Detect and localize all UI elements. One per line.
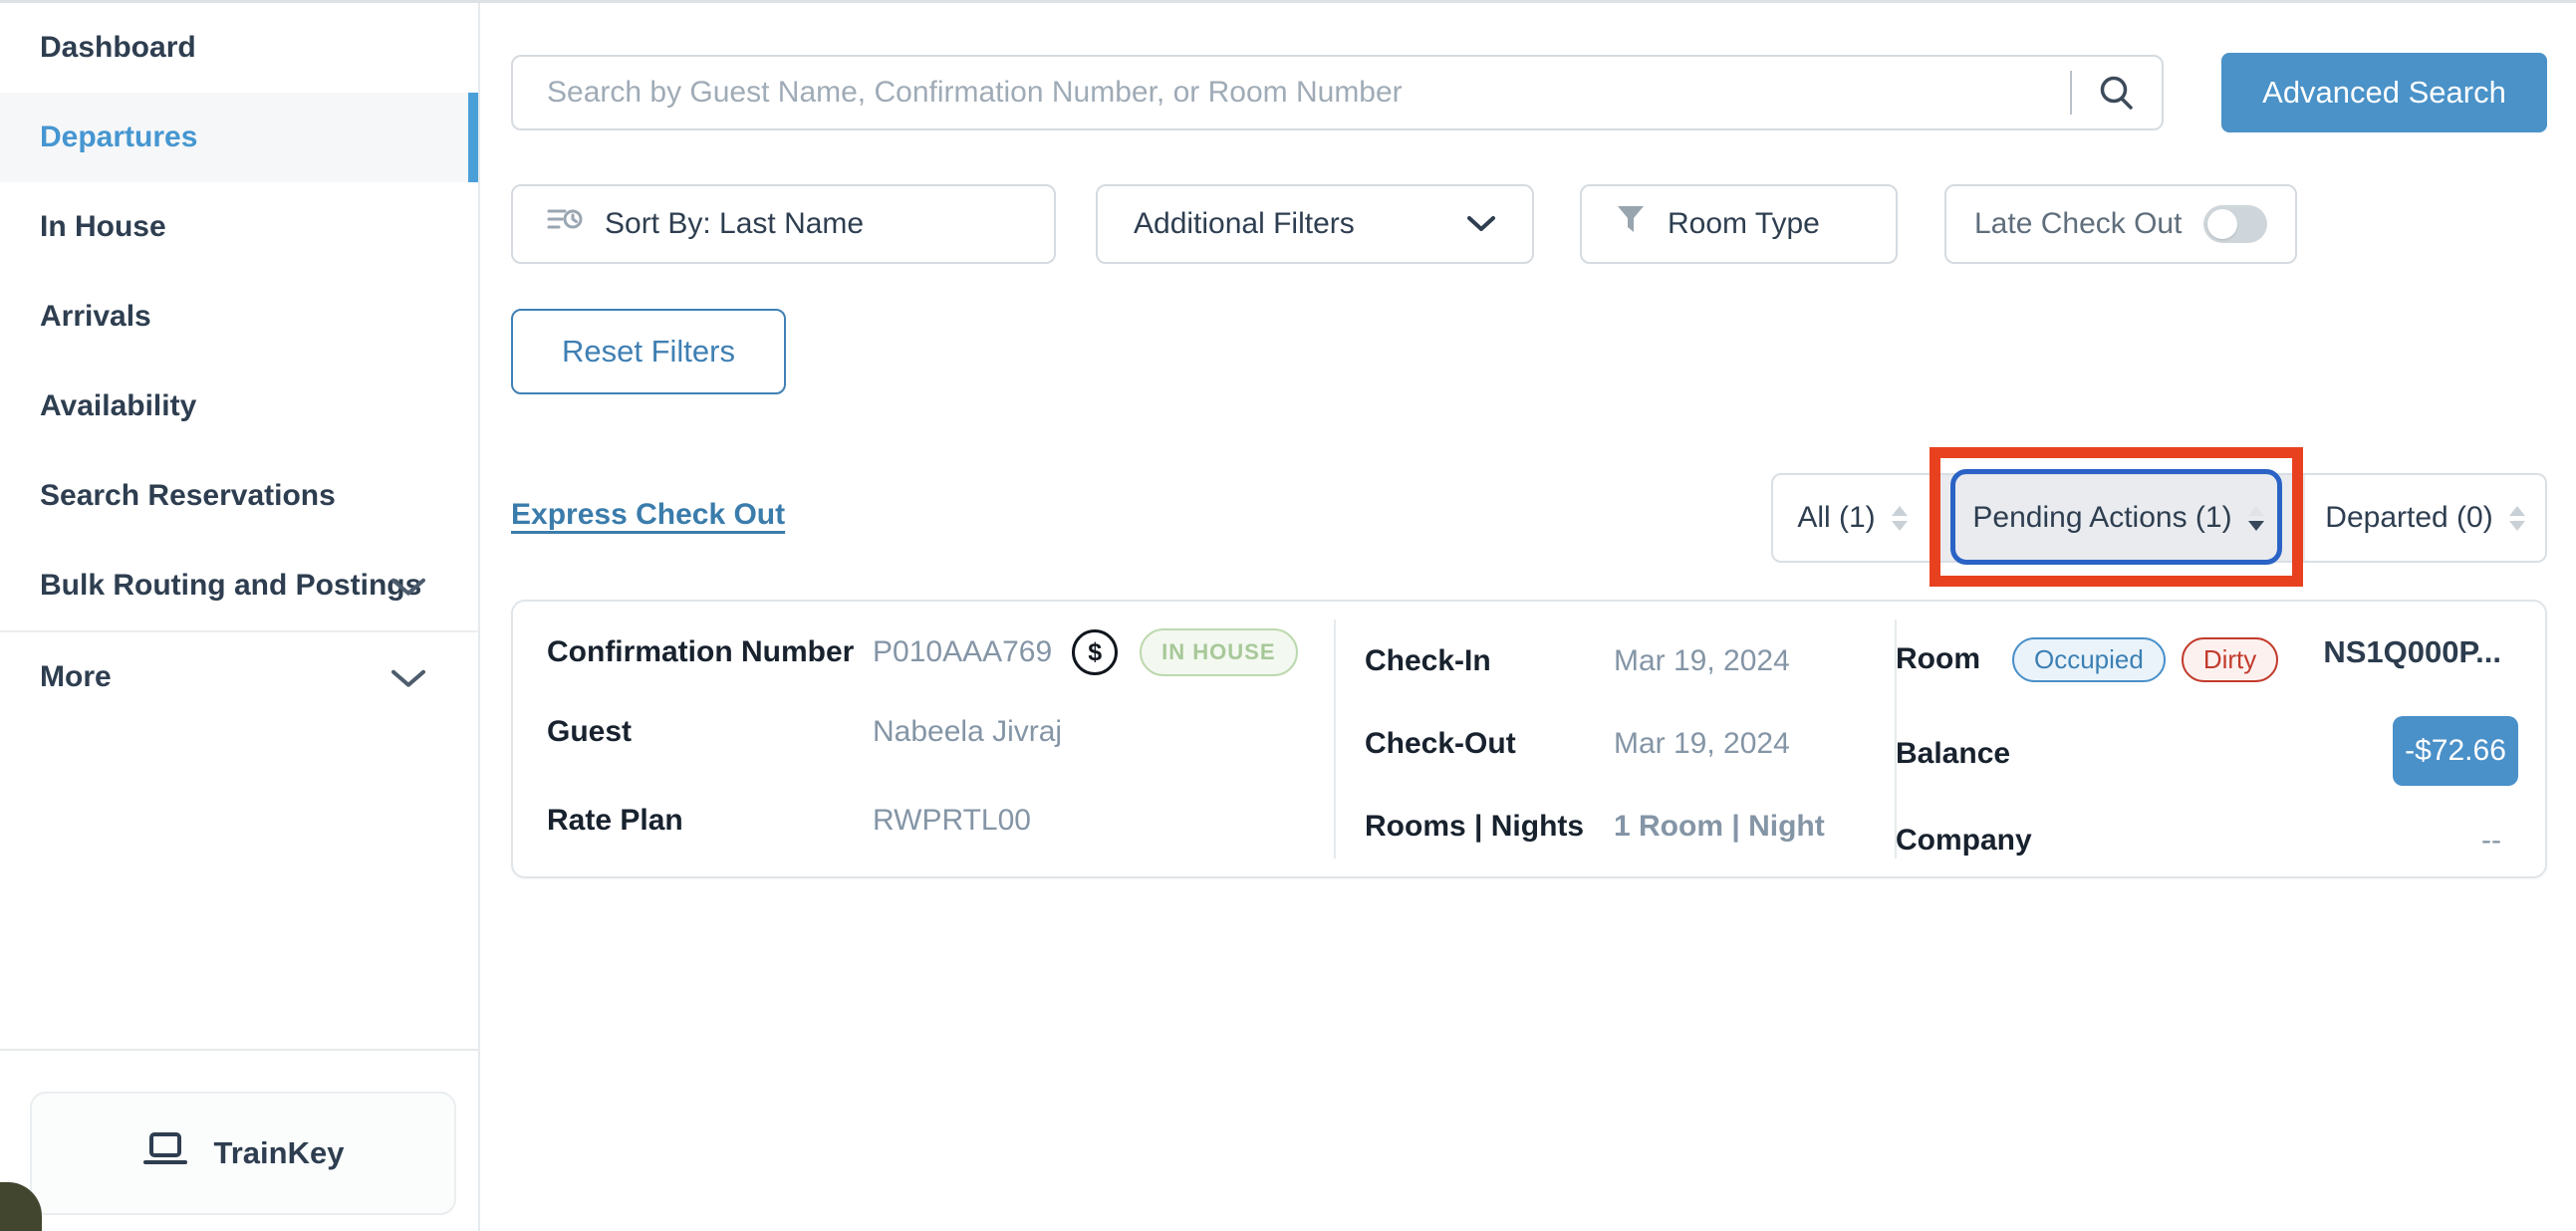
late-check-out-filter: Late Check Out xyxy=(1944,184,2297,264)
guest-value-row: Nabeela Jivraj xyxy=(873,707,1062,757)
rate-plan-value-row: RWPRTL00 xyxy=(873,796,1031,846)
tab-departed-label: Departed (0) xyxy=(2325,501,2492,535)
balance-amount-badge[interactable]: -$72.66 xyxy=(2393,716,2518,786)
sidebar-item-label: In House xyxy=(40,210,166,244)
chevron-down-icon xyxy=(390,572,426,606)
chevron-down-icon xyxy=(390,663,426,697)
sidebar: Dashboard Departures In House Arrivals A… xyxy=(0,3,480,1231)
room-type-filter[interactable]: Room Type xyxy=(1580,184,1898,264)
late-check-out-label: Late Check Out xyxy=(1974,207,2182,241)
sort-clock-icon xyxy=(547,205,583,243)
sidebar-item-in-house[interactable]: In House xyxy=(0,182,478,272)
check-in-value: Mar 19, 2024 xyxy=(1614,644,1790,678)
sidebar-item-bulk-routing[interactable]: Bulk Routing and Postings xyxy=(0,541,478,630)
guest-label-row: Guest xyxy=(547,707,632,757)
sidebar-item-more[interactable]: More xyxy=(0,632,478,722)
rooms-nights-value: 1 Room | Night xyxy=(1614,810,1825,844)
payment-dollar-icon: $ xyxy=(1072,629,1118,675)
search-bar xyxy=(511,55,2164,130)
late-check-out-toggle[interactable] xyxy=(2203,205,2267,243)
departure-status-tabs: All (1) Pending Actions (1) Departed (0) xyxy=(1771,473,2547,563)
sort-by-control[interactable]: Sort By: Last Name xyxy=(511,184,1056,264)
additional-filters-label: Additional Filters xyxy=(1134,207,1355,241)
check-out-value: Mar 19, 2024 xyxy=(1614,727,1790,761)
search-icon[interactable] xyxy=(2098,74,2136,112)
company-label: Company xyxy=(1896,824,2032,858)
rate-plan-label-row: Rate Plan xyxy=(547,796,683,846)
check-in-value-row: Mar 19, 2024 xyxy=(1614,636,1790,686)
sidebar-item-arrivals[interactable]: Arrivals xyxy=(0,272,478,362)
check-out-label-row: Check-Out xyxy=(1365,719,1516,769)
tab-all[interactable]: All (1) xyxy=(1773,475,1932,561)
company-value: -- xyxy=(2481,816,2501,865)
sort-arrows-icon xyxy=(1892,506,1908,531)
room-type-label: Room Type xyxy=(1668,207,1820,241)
guest-name-value: Nabeela Jivraj xyxy=(873,715,1062,749)
confirmation-number-value-row: P010AAA769 $ IN HOUSE xyxy=(873,627,1298,677)
guest-label: Guest xyxy=(547,715,632,749)
sidebar-item-dashboard[interactable]: Dashboard xyxy=(0,3,478,93)
tab-pending-actions-label: Pending Actions (1) xyxy=(1972,501,2231,535)
reservation-list-item[interactable]: Confirmation Number P010AAA769 $ IN HOUS… xyxy=(511,600,2547,878)
check-out-value-row: Mar 19, 2024 xyxy=(1614,719,1790,769)
rooms-nights-label-row: Rooms | Nights xyxy=(1365,802,1584,852)
chevron-down-icon xyxy=(1466,207,1496,241)
sidebar-item-label: Dashboard xyxy=(40,31,196,65)
sidebar-item-label: Search Reservations xyxy=(40,479,336,513)
confirmation-number-value: P010AAA769 xyxy=(873,635,1052,669)
rate-plan-value: RWPRTL00 xyxy=(873,804,1031,838)
confirmation-number-label-row: Confirmation Number xyxy=(547,627,854,677)
balance-label: Balance xyxy=(1896,737,2010,771)
tab-departed[interactable]: Departed (0) xyxy=(2305,475,2545,561)
search-divider xyxy=(2070,71,2072,115)
trainkey-label: TrainKey xyxy=(214,1135,345,1171)
sidebar-item-label: Bulk Routing and Postings xyxy=(40,569,421,603)
room-number-value: NS1Q000P... xyxy=(2323,627,2501,677)
sidebar-item-availability[interactable]: Availability xyxy=(0,362,478,451)
occupied-status-badge: Occupied xyxy=(2012,637,2166,682)
additional-filters-dropdown[interactable]: Additional Filters xyxy=(1096,184,1534,264)
sidebar-item-label: Departures xyxy=(40,121,197,154)
room-status-badges: Occupied Dirty xyxy=(2012,634,2278,684)
tab-all-label: All (1) xyxy=(1797,501,1875,535)
sidebar-item-departures[interactable]: Departures xyxy=(0,93,478,182)
funnel-icon xyxy=(1616,204,1646,244)
dirty-status-badge: Dirty xyxy=(2182,637,2278,682)
sort-arrows-icon xyxy=(2509,506,2525,531)
sidebar-item-label: Arrivals xyxy=(40,300,151,334)
sidebar-footer-divider xyxy=(0,1049,478,1051)
sidebar-item-label: Availability xyxy=(40,389,196,423)
toggle-knob xyxy=(2207,209,2237,239)
departures-page: Dashboard Departures In House Arrivals A… xyxy=(0,0,2576,1231)
rooms-nights-label: Rooms | Nights xyxy=(1365,810,1584,844)
check-out-label: Check-Out xyxy=(1365,727,1516,761)
reset-filters-button[interactable]: Reset Filters xyxy=(511,309,786,394)
balance-label-row: Balance xyxy=(1896,729,2010,779)
confirmation-number-label: Confirmation Number xyxy=(547,635,854,669)
in-house-status-badge: IN HOUSE xyxy=(1140,628,1297,676)
tab-pending-actions[interactable]: Pending Actions (1) xyxy=(1932,475,2305,561)
room-label-row: Room xyxy=(1896,634,1980,684)
sidebar-item-search-reservations[interactable]: Search Reservations xyxy=(0,451,478,541)
trainkey-button[interactable]: TrainKey xyxy=(30,1092,456,1215)
check-in-label: Check-In xyxy=(1365,644,1491,678)
room-label: Room xyxy=(1896,642,1980,676)
express-check-out-link[interactable]: Express Check Out xyxy=(511,498,785,532)
search-input[interactable] xyxy=(545,75,2070,111)
rate-plan-label: Rate Plan xyxy=(547,804,683,838)
advanced-search-button[interactable]: Advanced Search xyxy=(2221,53,2547,132)
sidebar-item-label: More xyxy=(40,660,112,694)
laptop-icon xyxy=(142,1131,188,1175)
card-column-divider xyxy=(1334,619,1336,859)
check-in-label-row: Check-In xyxy=(1365,636,1491,686)
rooms-nights-value-row: 1 Room | Night xyxy=(1614,802,1825,852)
sort-arrows-icon xyxy=(2248,506,2264,531)
company-label-row: Company xyxy=(1896,816,2032,865)
sort-by-label: Sort By: Last Name xyxy=(605,207,864,241)
